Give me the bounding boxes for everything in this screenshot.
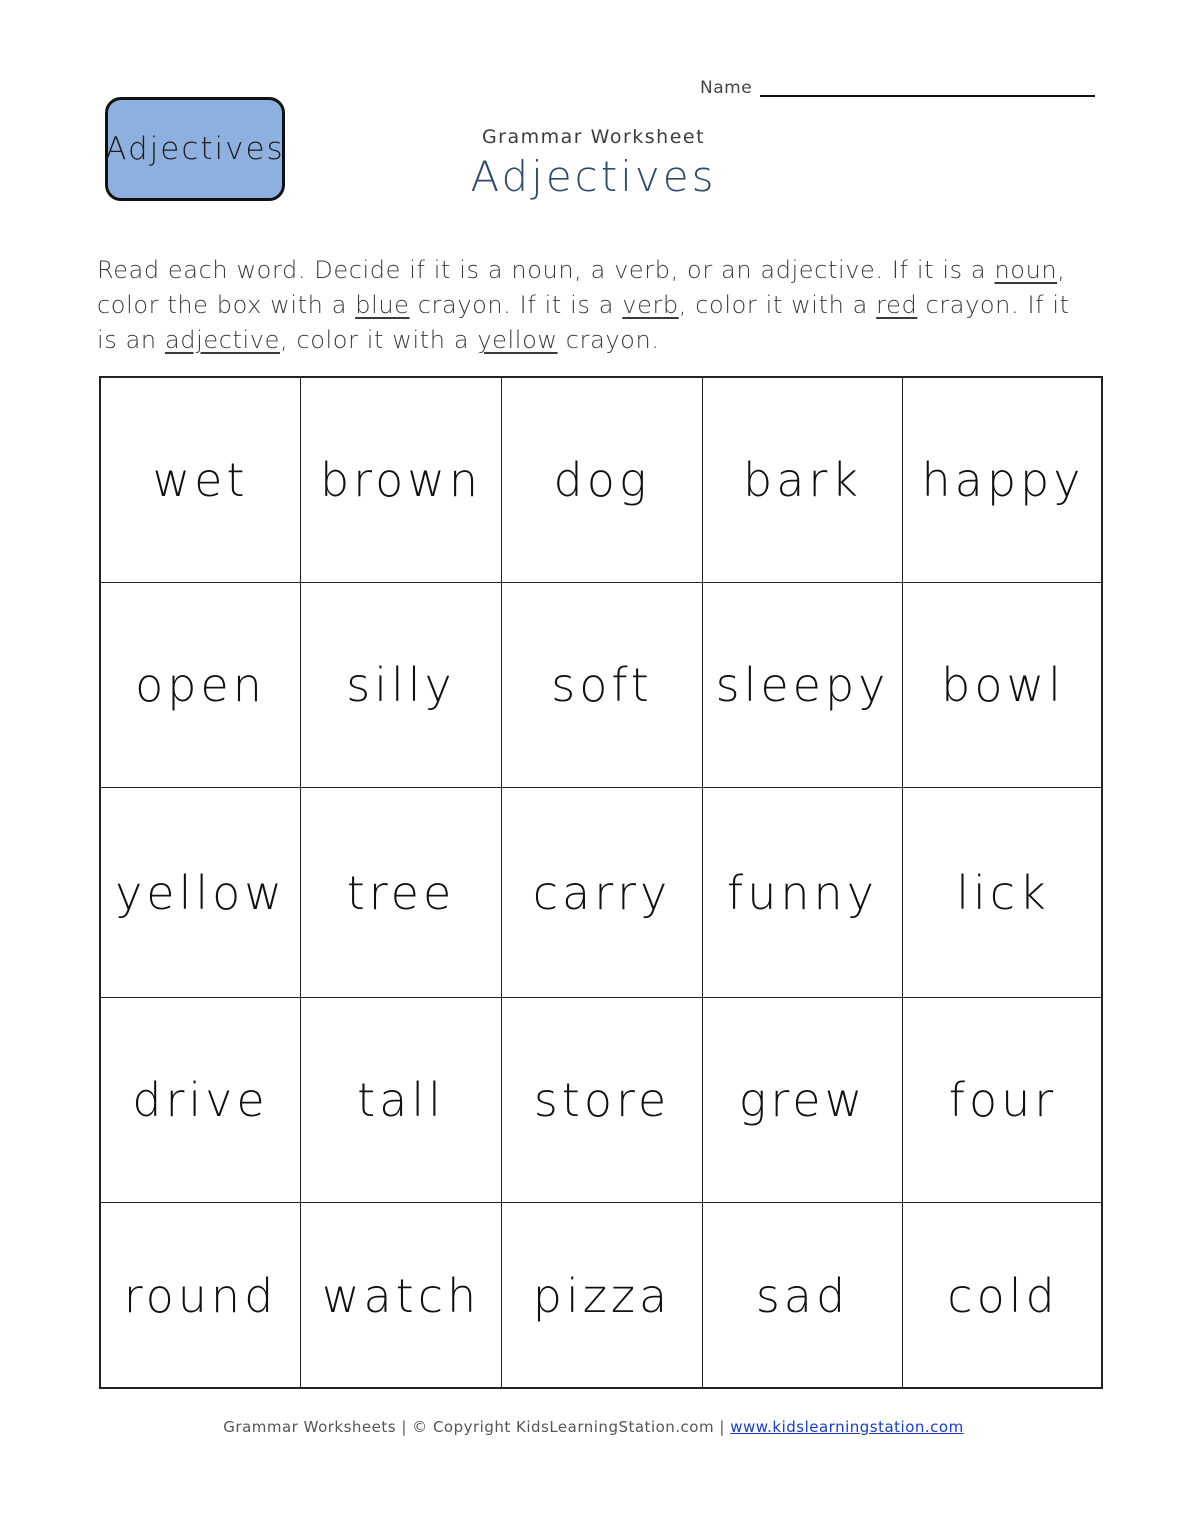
instr-text: , color it with a [279,326,478,354]
footer-copyright: © Copyright KidsLearningStation.com [412,1418,715,1436]
word: dog [553,453,651,507]
instr-verb: verb [622,291,679,319]
word: bark [743,453,862,507]
word-cell[interactable]: funny [703,788,903,998]
word-cell[interactable]: lick [903,788,1103,998]
instr-text: , color it with a [678,291,877,319]
word-cell[interactable]: brown [301,378,502,583]
instr-noun: noun [994,256,1058,284]
word: watch [321,1269,481,1323]
name-field: Name [700,78,1096,98]
word: lick [956,865,1050,920]
word-cell[interactable]: four [903,998,1103,1203]
instr-adjective: adjective [164,326,280,354]
instr-text: Read each word. Decide if it is a noun, … [97,256,995,284]
instructions: Read each word. Decide if it is a noun, … [97,253,1097,358]
word-cell[interactable]: round [101,1203,301,1389]
word-cell[interactable]: dog [502,378,703,583]
word: soft [551,658,653,712]
word-cell[interactable]: store [502,998,703,1203]
instr-blue: blue [355,291,410,319]
word: grew [738,1073,867,1127]
word: sleepy [715,658,890,712]
word: drive [132,1073,269,1127]
word-cell[interactable]: tree [301,788,502,998]
word: brown [319,453,483,507]
word: store [533,1073,671,1127]
worksheet-title: Adjectives [0,152,1187,201]
word: pizza [532,1269,672,1323]
word-cell[interactable]: soft [502,583,703,788]
word: yellow [115,865,286,920]
instr-text: crayon. [557,326,660,354]
word: four [948,1073,1058,1127]
footer-separator: | [396,1418,413,1436]
word: happy [921,453,1085,507]
word-cell[interactable]: bowl [903,583,1103,788]
subtitle-text: Grammar Worksheet [481,126,706,148]
name-label: Name [700,78,753,98]
word: tall [357,1073,445,1127]
word-cell[interactable]: bark [703,378,903,583]
word: wet [152,453,249,507]
word-cell[interactable]: open [101,583,301,788]
footer: Grammar Worksheets | © Copyright KidsLea… [0,1418,1187,1436]
word: open [135,658,266,712]
word: sad [755,1269,850,1323]
word-cell[interactable]: happy [903,378,1103,583]
footer-series: Grammar Worksheets [223,1418,397,1436]
footer-website-link[interactable]: www.kidslearningstation.com [730,1418,964,1436]
word: carry [532,865,672,920]
instr-yellow: yellow [477,326,558,354]
title-text: Adjectives [470,152,717,201]
word-cell[interactable]: yellow [101,788,301,998]
word: tree [346,865,456,920]
footer-separator: | [714,1418,731,1436]
word-cell[interactable]: sleepy [703,583,903,788]
word-cell[interactable]: watch [301,1203,502,1389]
word: round [123,1269,278,1323]
word: bowl [941,658,1065,712]
word-cell[interactable]: grew [703,998,903,1203]
instr-text: crayon. If it is a [409,291,623,319]
word-cell[interactable]: cold [903,1203,1103,1389]
instr-red: red [876,291,918,319]
word-grid: wet brown dog bark happy open silly soft… [99,376,1103,1389]
word: funny [727,865,878,920]
word: cold [947,1269,1059,1323]
word-cell[interactable]: sad [703,1203,903,1389]
word: silly [346,658,456,712]
worksheet-subtitle: Grammar Worksheet [0,126,1187,148]
word-cell[interactable]: silly [301,583,502,788]
word-cell[interactable]: pizza [502,1203,703,1389]
word-cell[interactable]: wet [101,378,301,583]
word-cell[interactable]: tall [301,998,502,1203]
word-cell[interactable]: drive [101,998,301,1203]
name-write-line[interactable] [760,95,1096,97]
word-cell[interactable]: carry [502,788,703,998]
